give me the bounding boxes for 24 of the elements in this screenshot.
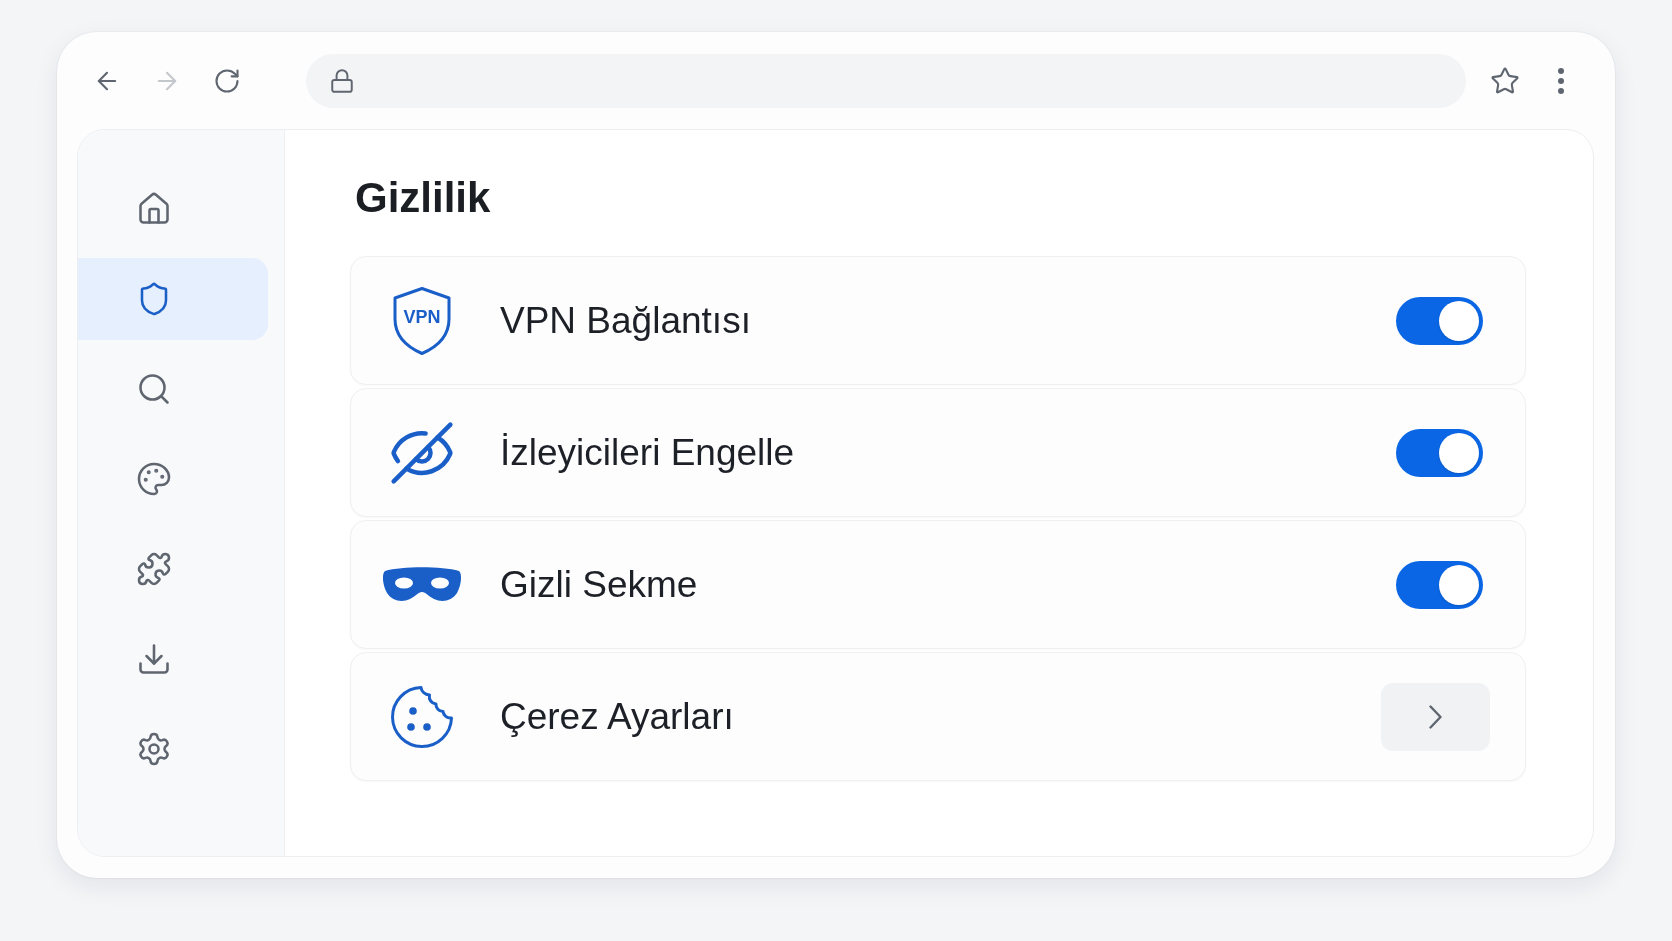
lock-icon xyxy=(329,67,355,94)
bookmark-button[interactable] xyxy=(1490,65,1520,96)
settings-icon xyxy=(136,731,172,767)
page-title: Gizlilik xyxy=(355,173,491,223)
menu-icon xyxy=(1558,67,1564,94)
mask-icon xyxy=(382,565,462,604)
toggle-switch[interactable] xyxy=(1396,428,1483,477)
puzzle-icon xyxy=(136,551,172,587)
setting-label: Çerez Ayarları xyxy=(500,695,734,738)
cookie-icon xyxy=(390,684,454,749)
vpn-label: VPN xyxy=(403,306,441,327)
toggle-switch[interactable] xyxy=(1396,560,1483,609)
setting-label: İzleyicileri Engelle xyxy=(500,431,795,474)
chevron-right-icon xyxy=(1429,704,1442,729)
setting-label: Gizli Sekme xyxy=(500,563,698,606)
star-icon xyxy=(1490,65,1520,96)
palette-icon xyxy=(136,461,172,497)
reload-icon xyxy=(213,66,241,95)
setting-label: VPN Bağlantısı xyxy=(500,299,751,342)
shield-icon xyxy=(391,285,453,356)
search-icon xyxy=(136,371,172,407)
toggle-switch[interactable] xyxy=(1396,296,1483,345)
download-icon xyxy=(136,641,172,677)
home-icon xyxy=(136,191,172,227)
